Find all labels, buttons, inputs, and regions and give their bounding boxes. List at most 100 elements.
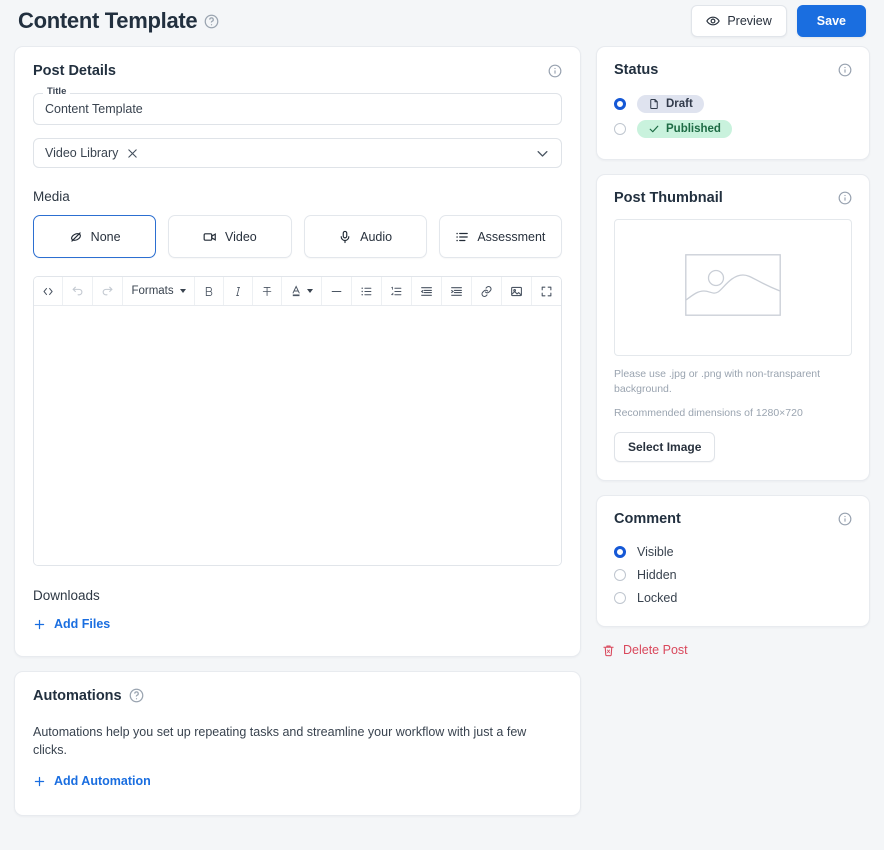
status-badge-draft: Draft [637, 94, 704, 113]
status-radio-draft[interactable] [614, 97, 626, 110]
italic-icon[interactable] [224, 277, 254, 305]
media-option-none-label: None [90, 229, 121, 244]
redo-icon[interactable] [93, 277, 124, 305]
add-files-label: Add Files [54, 617, 111, 631]
numbered-list-icon[interactable] [382, 277, 412, 305]
media-option-assessment[interactable]: Assessment [438, 215, 562, 258]
preview-button-label: Preview [727, 14, 772, 28]
sidebar-column: Status Draft Published Post Thumbnail Pl… [596, 46, 870, 657]
eye-off-icon [69, 230, 83, 244]
post-thumbnail-header: Post Thumbnail [614, 190, 852, 206]
info-circle-icon[interactable] [548, 64, 562, 78]
thumbnail-preview[interactable] [614, 219, 852, 356]
strikethrough-icon[interactable] [253, 277, 283, 305]
comment-option-hidden[interactable]: Hidden [614, 563, 852, 586]
image-placeholder-icon [685, 254, 781, 321]
fullscreen-icon[interactable] [532, 277, 561, 305]
status-title: Status [614, 62, 659, 78]
editor-content-area[interactable] [34, 306, 561, 565]
header-actions: Preview Save [691, 5, 866, 37]
delete-post-button[interactable]: Delete Post [602, 643, 870, 657]
comment-radio-hidden[interactable] [614, 568, 626, 581]
source-code-icon[interactable] [34, 277, 64, 305]
comment-option-locked-label: Locked [637, 590, 678, 605]
status-option-published[interactable]: Published [614, 116, 852, 141]
thumbnail-format-note: Please use .jpg or .png with non-transpa… [614, 368, 821, 396]
add-automation-button[interactable]: Add Automation [33, 774, 151, 788]
comment-panel: Comment Visible Hidden Locked [596, 495, 870, 628]
status-header: Status [614, 62, 852, 78]
post-thumbnail-title: Post Thumbnail [614, 190, 723, 206]
check-icon [648, 123, 660, 135]
title-field[interactable]: Title Content Template [33, 87, 562, 125]
comment-option-visible-label: Visible [637, 544, 674, 559]
comment-radio-locked[interactable] [614, 591, 626, 604]
title-field-value: Content Template [45, 102, 143, 116]
downloads-label: Downloads [33, 588, 100, 603]
question-circle-icon[interactable] [129, 688, 144, 703]
select-image-button[interactable]: Select Image [614, 432, 716, 463]
save-button[interactable]: Save [796, 5, 866, 37]
save-button-label: Save [816, 14, 846, 28]
question-circle-icon[interactable] [204, 14, 219, 29]
close-x-icon[interactable] [127, 148, 138, 159]
status-badge-published: Published [637, 119, 732, 138]
link-icon[interactable] [472, 277, 502, 305]
page-header: Content Template Preview Save [0, 0, 884, 46]
chevron-down-icon[interactable] [535, 146, 550, 161]
page-title-group: Content Template [18, 8, 219, 34]
library-chip: Video Library [45, 146, 138, 160]
comment-option-visible[interactable]: Visible [614, 540, 852, 563]
add-automation-label: Add Automation [54, 774, 151, 788]
post-details-title: Post Details [33, 63, 116, 79]
main-column: Post Details Title Content Template Vide… [14, 46, 581, 816]
thumbnail-dimensions-note: Recommended dimensions of 1280×720 [614, 407, 803, 420]
outdent-icon[interactable] [412, 277, 442, 305]
delete-post-label: Delete Post [623, 643, 688, 658]
media-option-video[interactable]: Video [168, 215, 292, 258]
add-files-button[interactable]: Add Files [33, 617, 110, 631]
info-circle-icon[interactable] [838, 63, 852, 77]
status-panel: Status Draft Published [596, 46, 870, 160]
indent-icon[interactable] [442, 277, 472, 305]
bullet-list-icon[interactable] [352, 277, 382, 305]
library-chip-label: Video Library [45, 146, 119, 160]
undo-icon[interactable] [63, 277, 94, 305]
page-title: Content Template [18, 8, 198, 33]
media-option-none[interactable]: None [33, 215, 157, 258]
comment-header: Comment [614, 511, 852, 527]
media-option-audio[interactable]: Audio [303, 215, 427, 258]
trash-icon [602, 644, 615, 657]
preview-button[interactable]: Preview [691, 5, 787, 37]
image-icon[interactable] [502, 277, 532, 305]
media-option-assessment-label: Assessment [477, 229, 546, 244]
post-details-card: Post Details Title Content Template Vide… [14, 46, 581, 657]
automations-card: Automations Automations help you set up … [14, 670, 581, 816]
comment-option-locked[interactable]: Locked [614, 586, 852, 609]
document-icon [648, 98, 660, 110]
plus-icon [33, 618, 46, 631]
status-option-draft[interactable]: Draft [614, 91, 852, 116]
content-template-page: Content Template Preview Save Post Detai… [0, 0, 884, 850]
comment-radio-visible[interactable] [614, 545, 626, 558]
library-select[interactable]: Video Library [33, 138, 562, 168]
video-camera-icon [203, 230, 217, 244]
media-option-video-label: Video [225, 229, 257, 244]
horizontal-rule-icon[interactable] [322, 277, 352, 305]
info-circle-icon[interactable] [838, 512, 852, 526]
microphone-icon [338, 230, 352, 244]
automations-title: Automations [33, 687, 122, 704]
media-option-audio-label: Audio [360, 229, 393, 244]
text-color-icon[interactable] [282, 277, 322, 305]
bold-icon[interactable] [195, 277, 224, 305]
comment-option-hidden-label: Hidden [637, 567, 677, 582]
formats-dropdown-label: Formats [131, 285, 174, 297]
rich-text-editor: Formats [33, 276, 562, 566]
media-options: None Video Audio Assessment [33, 215, 562, 258]
plus-icon [33, 775, 46, 788]
status-radio-published[interactable] [614, 122, 626, 135]
formats-dropdown[interactable]: Formats [123, 277, 195, 305]
status-badge-published-label: Published [666, 122, 721, 135]
info-circle-icon[interactable] [838, 191, 852, 205]
select-image-label: Select Image [628, 440, 702, 455]
